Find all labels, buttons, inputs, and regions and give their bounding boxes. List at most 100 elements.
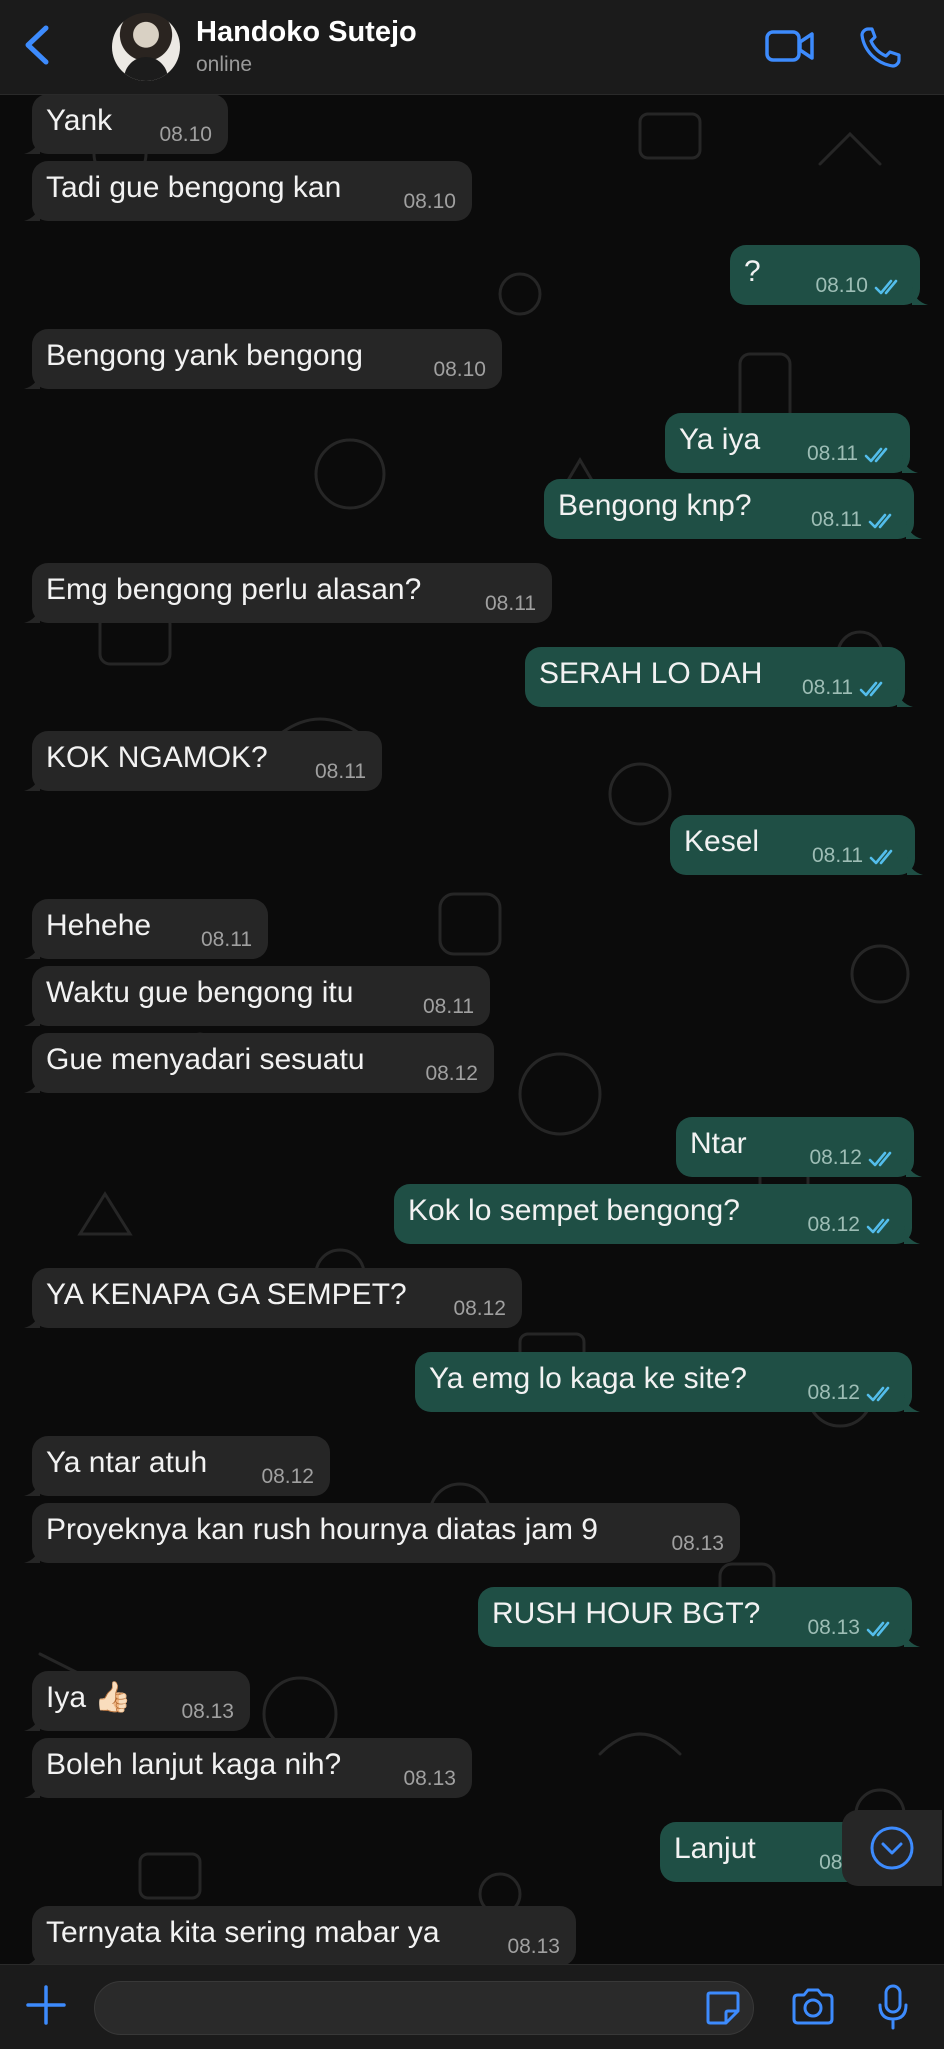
message-time: 08.10 [403, 190, 456, 213]
message-text: Bengong knp? [558, 489, 752, 522]
outgoing-message[interactable]: RUSH HOUR BGT? 08.13 [478, 1587, 920, 1647]
message-text: Hehehe [46, 909, 152, 942]
chevron-left-icon [25, 25, 49, 65]
incoming-message[interactable]: YA KENAPA GA SEMPET? 08.12 [24, 1268, 522, 1328]
bubble-tail [906, 1159, 922, 1177]
message-text: Kok lo sempet bengong? [408, 1194, 740, 1227]
read-receipt-icon [868, 1151, 892, 1167]
message-time: 08.13 [671, 1532, 724, 1555]
outgoing-message[interactable]: Ya iya 08.11 [665, 413, 918, 473]
read-receipt-icon [874, 279, 898, 295]
contact-name[interactable]: Handoko Sutejo [196, 16, 417, 49]
incoming-message[interactable]: Waktu gue bengong itu 08.11 [24, 966, 490, 1026]
plus-icon [26, 1985, 66, 2025]
bubble-tail [902, 455, 918, 473]
bubble-tail [29, 1948, 40, 1964]
microphone-icon [878, 1984, 908, 2030]
bubble-tail [24, 136, 40, 154]
read-receipt-icon [868, 513, 892, 529]
outgoing-message[interactable]: ? 08.10 [730, 245, 928, 305]
message-text: Waktu gue bengong itu [46, 976, 354, 1009]
voice-call-button[interactable] [858, 24, 906, 70]
read-receipt-icon [859, 681, 883, 697]
incoming-message[interactable]: Ternyata kita sering mabar ya 08.13 [29, 1906, 576, 1964]
incoming-message[interactable]: Gue menyadari sesuatu 08.12 [24, 1033, 494, 1093]
bubble-tail [24, 1780, 40, 1798]
bubble-tail [906, 521, 922, 539]
message-text: Tadi gue bengong kan [46, 171, 342, 204]
message-text: Gue menyadari sesuatu [46, 1043, 365, 1076]
bubble-tail [24, 605, 40, 623]
message-time: 08.11 [315, 760, 366, 783]
bubble-tail [897, 689, 913, 707]
contact-status: online [196, 53, 253, 76]
message-input[interactable] [94, 1981, 754, 2035]
read-receipt-icon [869, 849, 893, 865]
bubble-tail [904, 1394, 920, 1412]
outgoing-message[interactable]: Ntar 08.12 [676, 1117, 922, 1177]
read-receipt-icon [866, 1218, 890, 1234]
scroll-to-bottom-button[interactable] [842, 1810, 942, 1886]
message-time: 08.13 [403, 1767, 456, 1790]
message-time: 08.12 [261, 1465, 314, 1488]
message-text: RUSH HOUR BGT? [492, 1597, 761, 1630]
incoming-message[interactable]: Ya ntar atuh 08.12 [24, 1436, 330, 1496]
attach-button[interactable] [24, 1983, 68, 2027]
outgoing-message[interactable]: Ya emg lo kaga ke site? 08.12 [415, 1352, 920, 1412]
bubble-tail [24, 1545, 40, 1563]
video-call-button[interactable] [764, 24, 816, 68]
incoming-message[interactable]: Iya 👍🏻 08.13 [24, 1671, 250, 1731]
outgoing-message[interactable]: Kok lo sempet bengong? 08.12 [394, 1184, 920, 1244]
outgoing-message[interactable]: Kesel 08.11 [670, 815, 923, 875]
camera-button[interactable] [790, 1987, 836, 2027]
message-text: Bengong yank bengong [46, 339, 363, 372]
voice-message-button[interactable] [876, 1983, 910, 2031]
message-text: Kesel [684, 825, 760, 858]
read-receipt-icon [866, 1386, 890, 1402]
message-time: 08.11 [811, 508, 862, 531]
incoming-message[interactable]: Emg bengong perlu alasan? 08.11 [24, 563, 552, 623]
message-time: 08.11 [485, 592, 536, 615]
sticker-icon [706, 1991, 740, 2025]
message-time: 08.12 [807, 1213, 860, 1236]
bubble-tail [24, 1310, 40, 1328]
video-camera-icon [765, 30, 814, 62]
message-text: Boleh lanjut kaga nih? [46, 1748, 342, 1781]
message-text: SERAH LO DAH [539, 657, 763, 690]
chat-header: Handoko Sutejo online [0, 0, 944, 95]
incoming-message[interactable]: Hehehe 08.11 [24, 899, 268, 959]
outgoing-message[interactable]: SERAH LO DAH 08.11 [525, 647, 913, 707]
message-text: Ntar [690, 1127, 747, 1160]
incoming-message[interactable]: KOK NGAMOK? 08.11 [24, 731, 382, 791]
sticker-button[interactable] [704, 1989, 742, 2027]
incoming-message[interactable]: Yank 08.10 [24, 94, 228, 154]
back-button[interactable] [18, 22, 58, 68]
incoming-message[interactable]: Boleh lanjut kaga nih? 08.13 [24, 1738, 472, 1798]
bubble-tail [24, 941, 40, 959]
message-text: Ya iya [679, 423, 761, 456]
message-text: ? [744, 255, 761, 288]
phone-icon [860, 27, 901, 68]
message-time: 08.10 [815, 274, 868, 297]
input-bar [0, 1964, 944, 2049]
bubble-tail [912, 287, 928, 305]
bubble-tail [24, 1478, 40, 1496]
message-time: 08.11 [201, 928, 252, 951]
message-time: 08.10 [159, 123, 212, 146]
outgoing-message[interactable]: Bengong knp? 08.11 [544, 479, 922, 539]
bubble-tail [24, 203, 40, 221]
incoming-message[interactable]: Bengong yank bengong 08.10 [24, 329, 502, 389]
message-time: 08.12 [807, 1381, 860, 1404]
incoming-message[interactable]: Tadi gue bengong kan 08.10 [24, 161, 472, 221]
chat-area[interactable]: Yank 08.10 Tadi gue bengong kan 08.10? 08.10… [0, 94, 944, 1964]
message-time: 08.11 [807, 442, 858, 465]
bubble-tail [24, 773, 40, 791]
message-time: 08.11 [423, 995, 474, 1018]
message-time: 08.13 [181, 1700, 234, 1723]
message-text: Yank [46, 104, 113, 137]
incoming-message[interactable]: Proyeknya kan rush hournya diatas jam 9 0… [24, 1503, 740, 1563]
bubble-tail [24, 371, 40, 389]
avatar[interactable] [112, 13, 180, 81]
chevron-down-circle-icon [870, 1826, 914, 1870]
message-time: 08.12 [425, 1062, 478, 1085]
